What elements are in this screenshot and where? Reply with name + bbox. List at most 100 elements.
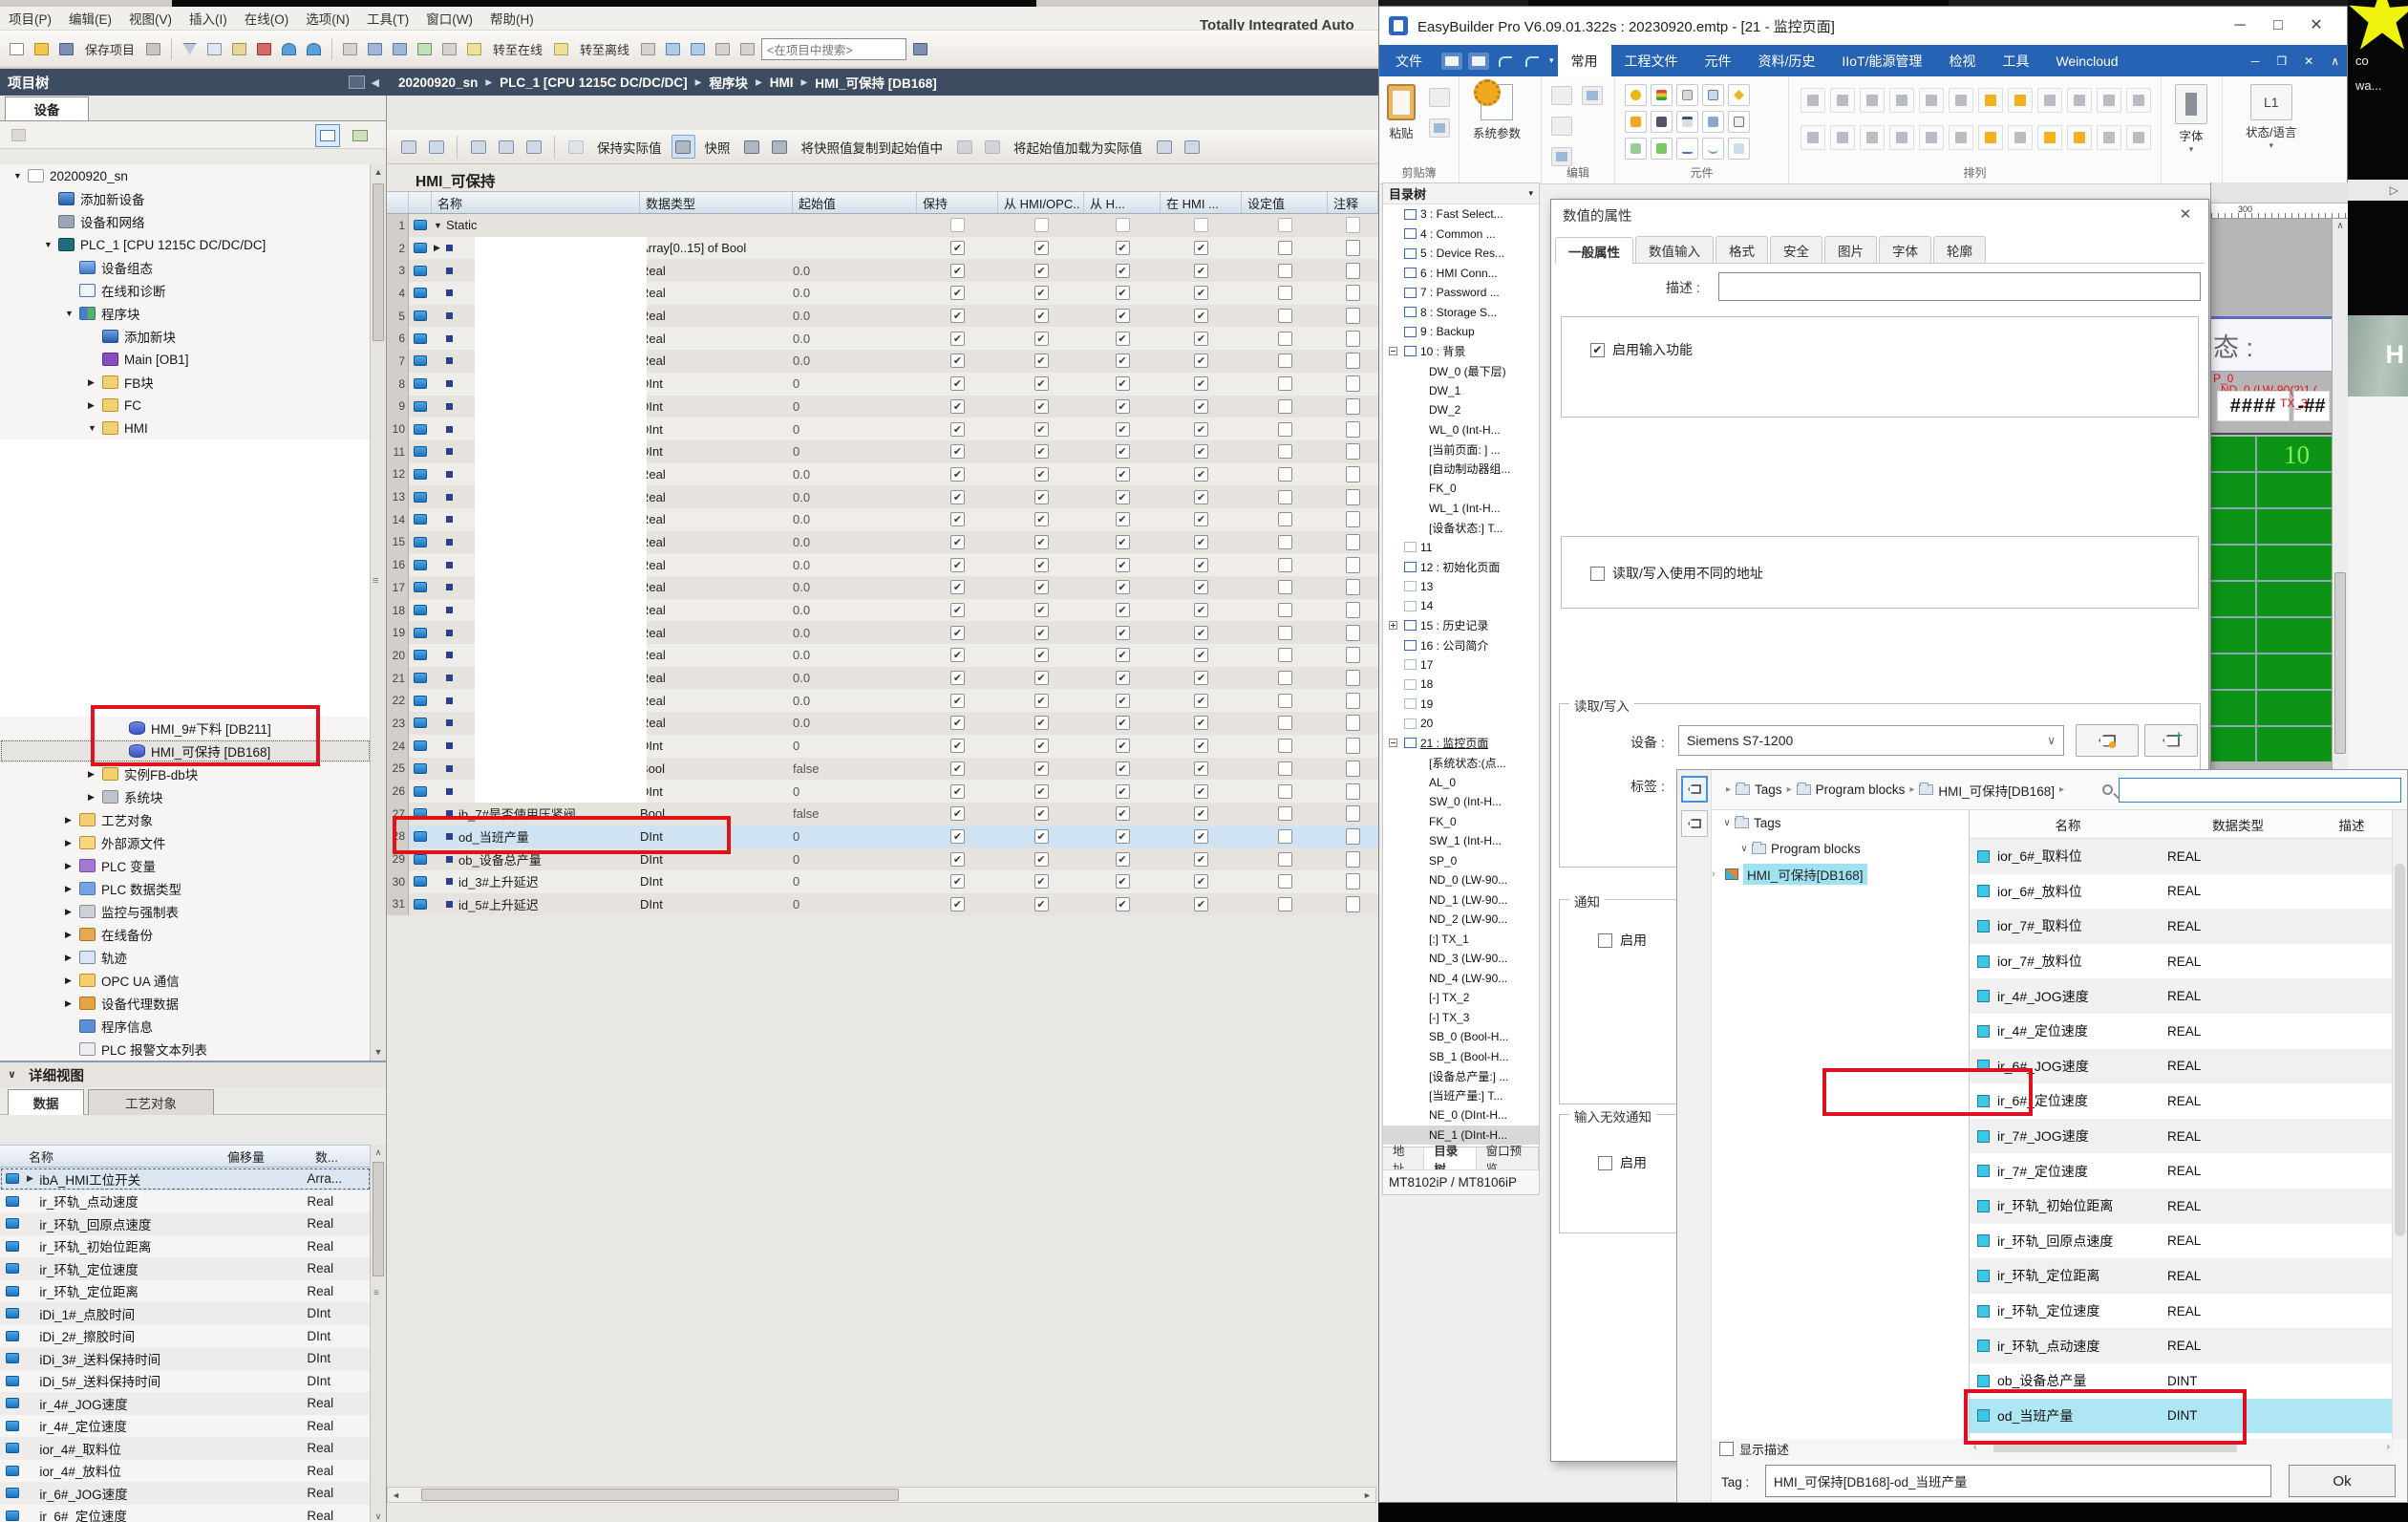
- expander-icon[interactable]: [1417, 798, 1426, 806]
- option-list-icon[interactable]: [1728, 111, 1750, 133]
- tag-row[interactable]: ob_设备总产量 DINT: [1970, 1363, 2394, 1399]
- detail-view-header[interactable]: ∨ 详细视图: [0, 1062, 386, 1087]
- cell-comment[interactable]: [1328, 828, 1378, 845]
- breadcrumb-item[interactable]: HMI_可保持[DB168]: [1905, 781, 2055, 800]
- expander-icon[interactable]: [1417, 876, 1426, 885]
- checkbox-accessible[interactable]: [998, 218, 1084, 232]
- reset-start-values-icon[interactable]: [466, 135, 490, 159]
- cell-comment[interactable]: [1328, 308, 1378, 324]
- column-datatype[interactable]: 数据类型: [2166, 815, 2310, 834]
- expander-icon[interactable]: [1417, 895, 1426, 904]
- checkbox-visible[interactable]: [1161, 332, 1242, 346]
- tree-item[interactable]: ND_4 (LW-90...: [1383, 969, 1539, 989]
- checkbox-setpoint[interactable]: [1242, 897, 1328, 911]
- system-parameters-button[interactable]: 系统参数: [1473, 84, 1521, 141]
- tree-item[interactable]: 系统块: [0, 785, 371, 808]
- expander-icon[interactable]: [1389, 641, 1397, 650]
- notification-enable-checkbox[interactable]: [1598, 933, 1612, 948]
- checkbox-accessible[interactable]: [998, 806, 1084, 821]
- checkbox-accessible[interactable]: [998, 626, 1084, 640]
- cell-datatype[interactable]: Real: [640, 603, 793, 617]
- same-width-icon[interactable]: [2037, 88, 2062, 113]
- scroll-up-icon[interactable]: ∧: [371, 1145, 386, 1160]
- checkbox-setpoint[interactable]: [1242, 535, 1328, 549]
- chevron-down-icon[interactable]: ∨: [1737, 844, 1752, 854]
- checkbox-setpoint[interactable]: [1242, 603, 1328, 617]
- resize-width-icon[interactable]: [1801, 125, 1825, 150]
- cell-comment[interactable]: [1328, 263, 1378, 279]
- chevron-down-icon[interactable]: ∨: [1719, 818, 1735, 828]
- tag-row[interactable]: ior_7#_取料位 REAL: [1970, 909, 2394, 944]
- checkbox-accessible[interactable]: [998, 603, 1084, 617]
- checkbox-visible[interactable]: [1161, 399, 1242, 414]
- paste-button[interactable]: 粘贴: [1387, 84, 1416, 141]
- multi-copy-icon[interactable]: [1551, 147, 1572, 166]
- cell-comment[interactable]: [1328, 285, 1378, 301]
- scrollbar-thumb[interactable]: [2395, 864, 2405, 1236]
- expander-icon[interactable]: [88, 377, 102, 388]
- tree-item[interactable]: 添加新块: [0, 325, 371, 348]
- tree-item[interactable]: 外部源文件: [0, 831, 371, 854]
- cell-name[interactable]: id_3#上升延迟: [432, 872, 640, 890]
- topology-view-icon[interactable]: [8, 125, 29, 146]
- breadcrumb-item[interactable]: Tags: [1721, 782, 1782, 797]
- expander-icon[interactable]: [1389, 602, 1397, 611]
- cell-comment[interactable]: [1328, 873, 1378, 890]
- checkbox-accessible[interactable]: [998, 512, 1084, 526]
- expander-icon[interactable]: [1417, 1072, 1426, 1081]
- cell-name[interactable]: id_5#上升延迟: [432, 895, 640, 913]
- chevron-down-icon[interactable]: ∨: [8, 1068, 16, 1081]
- group-icon[interactable]: [1919, 125, 1944, 150]
- cell-datatype[interactable]: DInt: [640, 874, 793, 889]
- download-to-device-icon[interactable]: [364, 38, 386, 60]
- tree-item[interactable]: Main [OB1]: [0, 348, 371, 371]
- table-row[interactable]: 30 id_3#上升延迟 DInt 0: [387, 870, 1378, 893]
- expander-icon[interactable]: [1417, 778, 1426, 786]
- directory-tree-header[interactable]: 目录树 ▾: [1383, 183, 1539, 204]
- cell-comment[interactable]: [1328, 693, 1378, 709]
- checkbox-retain[interactable]: [917, 264, 998, 278]
- copy-snapshot-up-icon[interactable]: [740, 135, 764, 159]
- checkbox-accessible[interactable]: [998, 332, 1084, 346]
- cell-startvalue[interactable]: 0.0: [793, 354, 917, 368]
- table-row[interactable]: 29 ob_设备总产量 DInt 0: [387, 847, 1378, 870]
- cell-startvalue[interactable]: 0.0: [793, 671, 917, 685]
- cell-comment[interactable]: [1328, 443, 1378, 460]
- tree-item[interactable]: SW_1 (Int-H...: [1383, 831, 1539, 851]
- checkbox-writable[interactable]: [1084, 874, 1161, 889]
- tab-data[interactable]: 数据: [8, 1089, 84, 1115]
- menu-item[interactable]: 编辑(E): [60, 9, 120, 28]
- list-item[interactable]: ir_4#_定位速度 Real: [0, 1415, 371, 1438]
- checkbox-visible[interactable]: [1161, 444, 1242, 459]
- checkbox-visible[interactable]: [1161, 648, 1242, 662]
- redo-icon[interactable]: [303, 38, 325, 60]
- tree-item[interactable]: 程序信息: [0, 1015, 371, 1038]
- checkbox-visible[interactable]: [1161, 694, 1242, 708]
- column-offset[interactable]: 偏移量: [227, 1147, 315, 1166]
- expander-icon[interactable]: [1417, 934, 1426, 943]
- checkbox-visible[interactable]: [1161, 874, 1242, 889]
- scroll-left-icon[interactable]: ‹: [1970, 1442, 1980, 1452]
- print-icon[interactable]: [142, 38, 164, 60]
- cell-datatype[interactable]: Real: [640, 626, 793, 640]
- tree-item[interactable]: 实例FB-db块: [0, 762, 371, 785]
- cell-datatype[interactable]: Bool: [640, 806, 793, 821]
- align-middle-icon[interactable]: [1919, 88, 1944, 113]
- cell-startvalue[interactable]: 0.0: [793, 332, 917, 346]
- expander-icon[interactable]: [65, 838, 79, 848]
- expander-icon[interactable]: [1389, 660, 1397, 669]
- checkbox-accessible[interactable]: [998, 444, 1084, 459]
- stop-cpu-icon[interactable]: [438, 38, 460, 60]
- compile-icon[interactable]: [339, 38, 361, 60]
- dialog-close-icon[interactable]: ✕: [2172, 204, 2199, 226]
- go-offline-icon[interactable]: [550, 38, 572, 60]
- tree-item[interactable]: PLC 数据类型: [0, 877, 371, 900]
- dialog-tab[interactable]: 格式: [1715, 236, 1768, 263]
- expander-icon[interactable]: [1389, 210, 1397, 219]
- tag-row[interactable]: ior_6#_取料位 REAL: [1970, 839, 2394, 874]
- align-center-icon[interactable]: [1830, 88, 1855, 113]
- copy-snapshot-down-icon[interactable]: [768, 135, 792, 159]
- checkbox-setpoint[interactable]: [1242, 422, 1328, 437]
- rotate-icon[interactable]: [1889, 125, 1914, 150]
- tree-item[interactable]: 程序块: [0, 302, 371, 325]
